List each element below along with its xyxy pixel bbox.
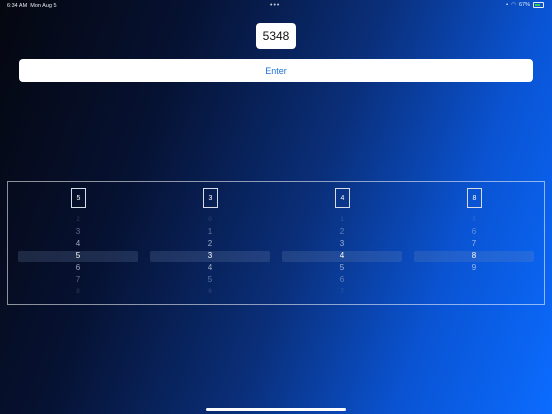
wheel-item[interactable]: 2 [282, 227, 402, 237]
wifi-icon: ◠ [511, 2, 516, 8]
wheel-item[interactable]: 5 [282, 263, 402, 273]
wheel-item[interactable]: 7 [18, 275, 138, 285]
picker-column-1[interactable]: 5 2 3 4 5 6 7 8 [18, 182, 138, 304]
wheel-item[interactable]: 5 [150, 275, 270, 285]
signal-icon: ▪ [506, 2, 509, 8]
wheel-item[interactable]: 4 [18, 239, 138, 249]
wheel-item[interactable]: 7 [414, 239, 534, 249]
status-date: Mon Aug 5 [30, 3, 57, 9]
status-bar: 6:34 AM Mon Aug 5 ••• ▪ ◠ 67% [0, 0, 552, 12]
wheel-item[interactable]: 6 [282, 275, 402, 285]
selected-digit-box: 5 [71, 188, 86, 208]
wheel-item[interactable]: 0 [150, 215, 270, 225]
code-display: 5348 [256, 23, 296, 49]
battery-percent: 67% [518, 2, 530, 8]
wheel-item[interactable]: 1 [282, 215, 402, 225]
selected-digit-box: 4 [335, 188, 350, 208]
picker-column-3[interactable]: 4 1 2 3 4 5 6 7 [282, 182, 402, 304]
wheel-item[interactable]: 2 [18, 215, 138, 225]
wheel-item[interactable]: 8 [18, 287, 138, 297]
multitasking-dots-icon[interactable]: ••• [270, 2, 280, 9]
wheel-item[interactable]: 3 [282, 239, 402, 249]
wheel-item-selected[interactable]: 4 [282, 251, 402, 261]
selected-digit-box: 3 [203, 188, 218, 208]
picker-column-4[interactable]: 8 5 6 7 8 9 [414, 182, 534, 304]
wheel-item[interactable]: 6 [414, 227, 534, 237]
wheel-item-selected[interactable]: 5 [18, 251, 138, 261]
home-indicator[interactable] [206, 408, 346, 411]
status-time-date: 6:34 AM Mon Aug 5 [7, 3, 57, 9]
wheel-item-selected[interactable]: 8 [414, 251, 534, 261]
wheel-item-selected[interactable]: 3 [150, 251, 270, 261]
wheel-item[interactable]: 6 [150, 287, 270, 297]
wheel-item[interactable]: 1 [150, 227, 270, 237]
battery-icon [533, 2, 544, 8]
wheel-item[interactable]: 5 [414, 215, 534, 225]
wheel-item[interactable]: 6 [18, 263, 138, 273]
wheel-item[interactable]: 3 [18, 227, 138, 237]
wheel-item[interactable]: 2 [150, 239, 270, 249]
digit-picker-panel: 5 2 3 4 5 6 7 8 3 0 1 2 3 4 5 6 4 1 2 3 4 5 6 7 8 5 6 7 8 9 [7, 181, 545, 305]
status-time: 6:34 AM [7, 3, 28, 9]
wheel-item[interactable]: 4 [150, 263, 270, 273]
enter-button[interactable]: Enter [19, 59, 533, 82]
wheel-item[interactable]: 7 [282, 287, 402, 297]
wheel-item[interactable]: 9 [414, 263, 534, 273]
picker-column-2[interactable]: 3 0 1 2 3 4 5 6 [150, 182, 270, 304]
selected-digit-box: 8 [467, 188, 482, 208]
